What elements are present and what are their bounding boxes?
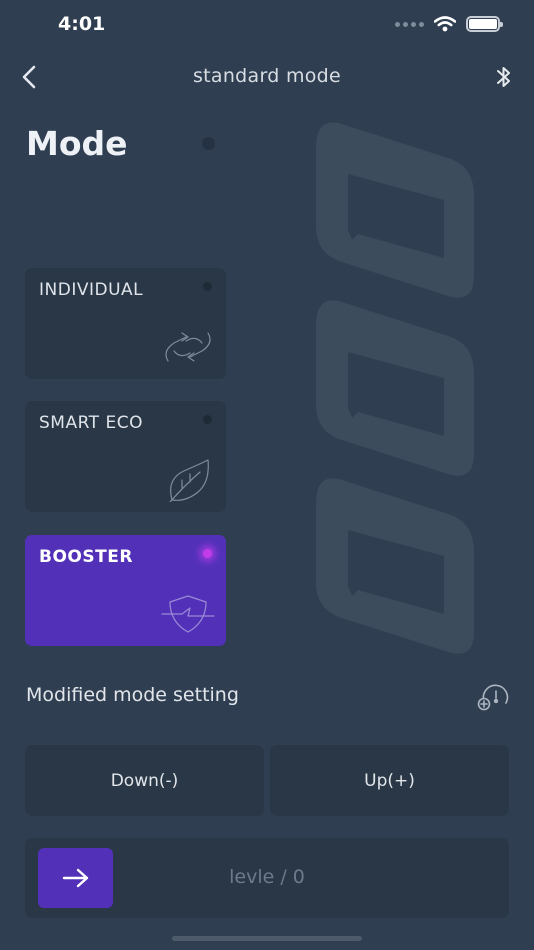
leaf-icon [169, 459, 209, 502]
modified-mode-label: Modified mode setting [26, 684, 239, 706]
modified-mode-settings-button[interactable] [476, 683, 510, 711]
status-bar: 4:01 [0, 0, 534, 50]
mode-card-booster[interactable]: BOOSTER [25, 535, 226, 646]
bluetooth-button[interactable] [492, 63, 516, 91]
status-icons [395, 16, 503, 32]
home-indicator[interactable] [172, 936, 362, 941]
mode-card-label: BOOSTER [39, 547, 133, 567]
page-title: Mode [26, 124, 128, 163]
nav-title: standard mode [192, 65, 342, 87]
nav-bar: standard mode [0, 55, 534, 99]
bluetooth-icon [497, 67, 510, 87]
mode-gauge-graphic [316, 122, 474, 654]
apply-level-button[interactable] [38, 848, 113, 908]
link-arrows-icon [165, 332, 211, 362]
mode-status-dot [203, 282, 212, 291]
up-button[interactable]: Up(+) [270, 745, 509, 816]
mode-card-individual[interactable]: INDIVIDUAL [25, 268, 226, 379]
wifi-icon [434, 16, 456, 32]
mode-card-label: INDIVIDUAL [39, 280, 144, 300]
mode-card-smart-eco[interactable]: SMART ECO [25, 401, 226, 512]
status-time: 4:01 [58, 13, 106, 35]
indicator-dot [202, 137, 215, 150]
shield-bolt-icon [161, 595, 215, 633]
level-panel: levle / 0 [25, 838, 509, 918]
mode-card-label: SMART ECO [39, 413, 143, 433]
mode-status-dot [203, 549, 212, 558]
arrow-right-icon [62, 868, 88, 888]
mode-status-dot [203, 415, 212, 424]
speedometer-add-icon [477, 684, 509, 711]
down-button[interactable]: Down(-) [25, 745, 264, 816]
signal-dots-icon [395, 21, 424, 27]
battery-icon [466, 16, 503, 32]
